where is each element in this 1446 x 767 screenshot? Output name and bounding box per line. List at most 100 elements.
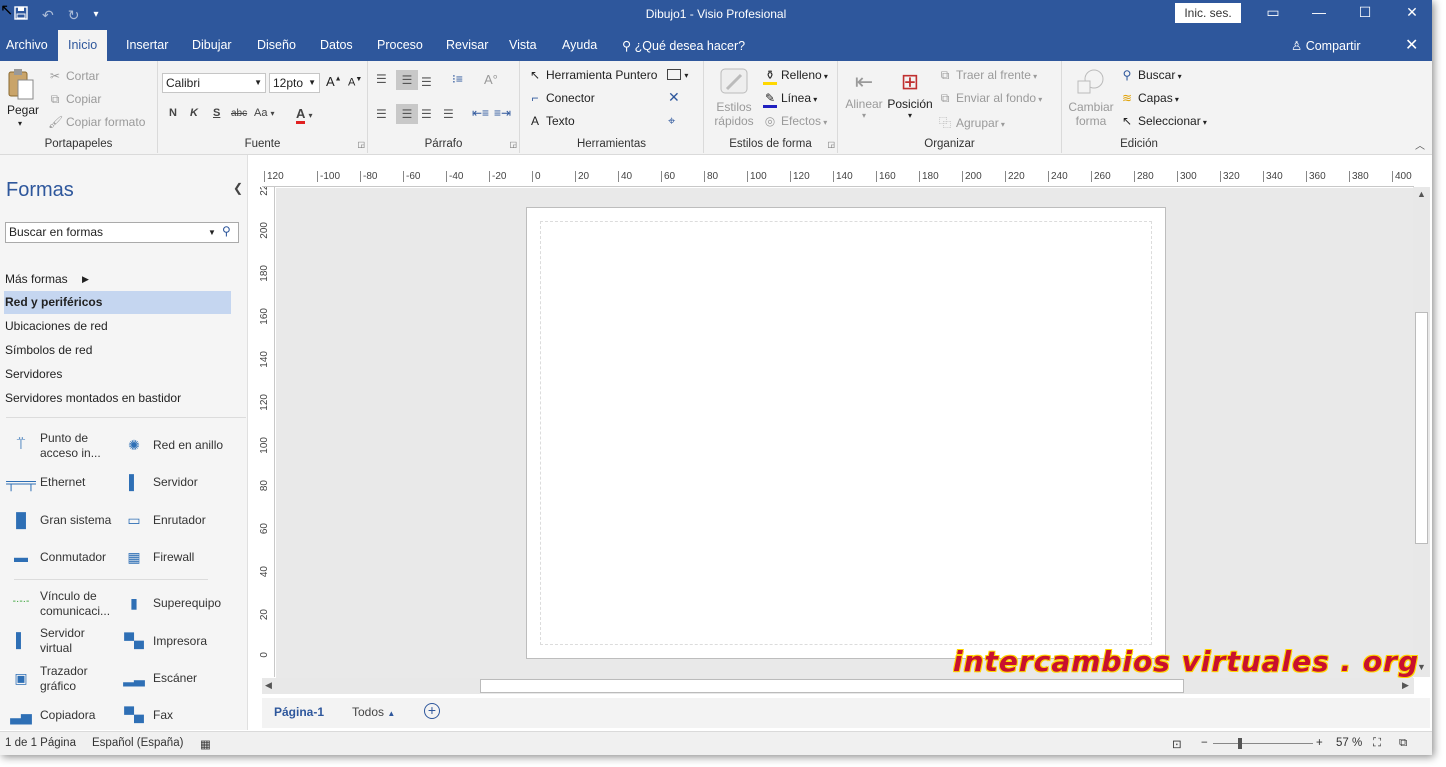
- cut-button[interactable]: ✂ Cortar: [48, 69, 99, 83]
- dialog-launcher-icon[interactable]: ◲: [827, 140, 835, 149]
- tab-datos[interactable]: Datos: [310, 30, 363, 61]
- justify-icon[interactable]: ☰: [443, 107, 454, 121]
- font-name-combo[interactable]: Calibri ▼: [162, 73, 266, 93]
- group-button[interactable]: ⿻ Agrupar ▾: [938, 114, 1005, 131]
- change-case-button[interactable]: Aa ▾: [254, 107, 275, 119]
- connector-button[interactable]: ⌐ Conector: [528, 91, 594, 105]
- font-size-combo[interactable]: 12pto ▼: [269, 73, 320, 93]
- stencil-simbolos-red[interactable]: Símbolos de red: [4, 339, 231, 362]
- position-button[interactable]: ⊞ Posición ▾: [886, 67, 934, 133]
- fit-page-icon[interactable]: ⛶: [1373, 737, 1381, 750]
- text-tool-button[interactable]: A Texto: [528, 114, 575, 128]
- copy-button[interactable]: ⧉ Copiar: [48, 92, 102, 107]
- find-button[interactable]: ⚲ Buscar ▾: [1120, 68, 1182, 82]
- tab-inicio[interactable]: Inicio: [58, 30, 108, 61]
- stencil-ubicaciones-red[interactable]: Ubicaciones de red: [4, 315, 231, 338]
- switch-windows-icon[interactable]: ⧉: [1399, 737, 1407, 750]
- connection-point-icon[interactable]: ⌖: [668, 113, 675, 129]
- close-icon[interactable]: ✕: [1397, 4, 1427, 21]
- drawing-canvas[interactable]: [276, 188, 1413, 678]
- align-right-icon[interactable]: ☰: [421, 107, 432, 121]
- shapes-search-input[interactable]: Buscar en formas ▼ ⚲: [5, 222, 239, 243]
- all-pages-button[interactable]: Todos ▲: [352, 705, 395, 719]
- more-shapes-item[interactable]: Más formas ▶: [4, 268, 231, 291]
- zoom-slider-thumb[interactable]: [1238, 738, 1242, 749]
- bullets-icon[interactable]: ⁝≡: [452, 72, 463, 86]
- shrink-font-icon[interactable]: A▼: [348, 76, 362, 89]
- redo-icon[interactable]: ↻: [68, 7, 80, 23]
- tab-insertar[interactable]: Insertar: [116, 30, 178, 61]
- bring-front-button[interactable]: ⧉ Traer al frente ▾: [938, 68, 1037, 83]
- minimize-icon[interactable]: —: [1304, 4, 1334, 20]
- align-bottom-icon[interactable]: ☰: [421, 75, 432, 89]
- horizontal-scroll-thumb[interactable]: [480, 679, 1184, 693]
- customize-qat-icon[interactable]: ▾: [93, 7, 98, 23]
- effects-button[interactable]: ◎ Efectos ▾: [763, 114, 828, 128]
- undo-icon[interactable]: ↶: [42, 7, 54, 23]
- maximize-icon[interactable]: ☐: [1350, 4, 1380, 21]
- macro-record-icon[interactable]: ▦: [200, 737, 211, 751]
- rectangle-tool-button[interactable]: ▾: [667, 67, 688, 81]
- stencil-red-perifericos[interactable]: Red y periféricos: [4, 291, 231, 314]
- layers-button[interactable]: ≋ Capas ▾: [1120, 91, 1179, 105]
- pointer-tool-button[interactable]: ↖ Herramienta Puntero: [528, 68, 657, 82]
- zoom-slider-track[interactable]: [1213, 743, 1313, 744]
- zoom-out-icon[interactable]: −: [1201, 737, 1208, 749]
- add-page-icon[interactable]: +: [424, 703, 440, 719]
- tell-me-box[interactable]: ⚲ ¿Qué desea hacer?: [622, 38, 745, 53]
- page-tab-current[interactable]: Página-1: [274, 705, 324, 719]
- page-count[interactable]: 1 de 1 Página: [5, 737, 76, 749]
- font-color-button[interactable]: A ▾: [296, 106, 313, 124]
- search-icon[interactable]: ⚲: [222, 222, 231, 241]
- tab-dibujar[interactable]: Dibujar: [182, 30, 242, 61]
- scroll-up-icon[interactable]: ▲: [1417, 189, 1426, 199]
- text-rotation-icon[interactable]: A°: [484, 72, 498, 87]
- zoom-in-icon[interactable]: +: [1316, 737, 1323, 749]
- chevron-down-icon[interactable]: ▼: [208, 223, 216, 242]
- scroll-left-icon[interactable]: ◀: [265, 680, 272, 691]
- tab-diseno[interactable]: Diseño: [247, 30, 306, 61]
- language-indicator[interactable]: Español (España): [92, 737, 183, 749]
- stencil-servidores-bastidor[interactable]: Servidores montados en bastidor: [4, 387, 231, 410]
- align-top-icon[interactable]: ☰: [376, 72, 387, 86]
- signin-button[interactable]: Inic. ses.: [1175, 3, 1241, 23]
- italic-button[interactable]: K: [190, 107, 198, 119]
- send-back-button[interactable]: ⧉ Enviar al fondo ▾: [938, 91, 1043, 106]
- tab-revisar[interactable]: Revisar: [436, 30, 498, 61]
- scroll-right-icon[interactable]: ▶: [1402, 680, 1409, 691]
- ribbon-display-icon[interactable]: ▭: [1258, 4, 1288, 21]
- change-shape-button[interactable]: Cambiar forma: [1066, 67, 1116, 133]
- format-painter-button[interactable]: 🖌 Copiar formato: [48, 115, 145, 129]
- grow-font-icon[interactable]: A▲: [326, 74, 342, 89]
- close-document-icon[interactable]: ✕: [1405, 35, 1418, 55]
- drawing-page[interactable]: [526, 207, 1166, 659]
- underline-button[interactable]: S: [213, 107, 220, 119]
- paste-button[interactable]: Pegar ▾: [6, 67, 40, 131]
- align-middle-icon[interactable]: ☰: [396, 70, 418, 90]
- collapse-ribbon-icon[interactable]: ︿: [1415, 137, 1425, 152]
- presentation-mode-icon[interactable]: ⊡: [1172, 737, 1182, 751]
- align-center-icon[interactable]: ☰: [396, 104, 418, 124]
- tab-ayuda[interactable]: Ayuda: [552, 30, 607, 61]
- line-button[interactable]: ✎ Línea ▾: [763, 91, 817, 108]
- delete-connector-icon[interactable]: ✕: [668, 89, 680, 106]
- save-icon[interactable]: [14, 6, 28, 23]
- horizontal-scrollbar[interactable]: ◀ ▶: [262, 678, 1414, 694]
- increase-indent-icon[interactable]: ≡⇥: [494, 106, 511, 120]
- tab-vista[interactable]: Vista: [499, 30, 547, 61]
- strikethrough-button[interactable]: abc: [231, 108, 247, 119]
- stencil-servidores[interactable]: Servidores: [4, 363, 231, 386]
- tab-proceso[interactable]: Proceso: [367, 30, 433, 61]
- align-button[interactable]: ⇤ Alinear ▾: [844, 67, 884, 133]
- share-button[interactable]: ♙ Compartir: [1291, 38, 1361, 53]
- zoom-level[interactable]: 57 %: [1336, 737, 1362, 749]
- align-left-icon[interactable]: ☰: [376, 107, 387, 121]
- tab-archivo[interactable]: Archivo: [0, 30, 58, 61]
- select-button[interactable]: ↖ Seleccionar ▾: [1120, 114, 1207, 128]
- decrease-indent-icon[interactable]: ⇤≡: [472, 106, 489, 120]
- vertical-scroll-thumb[interactable]: [1415, 312, 1428, 544]
- dialog-launcher-icon[interactable]: ◲: [509, 140, 517, 149]
- dialog-launcher-icon[interactable]: ◲: [357, 140, 365, 149]
- quick-styles-button[interactable]: Estilos rápidos: [710, 67, 758, 133]
- bold-button[interactable]: N: [169, 107, 177, 119]
